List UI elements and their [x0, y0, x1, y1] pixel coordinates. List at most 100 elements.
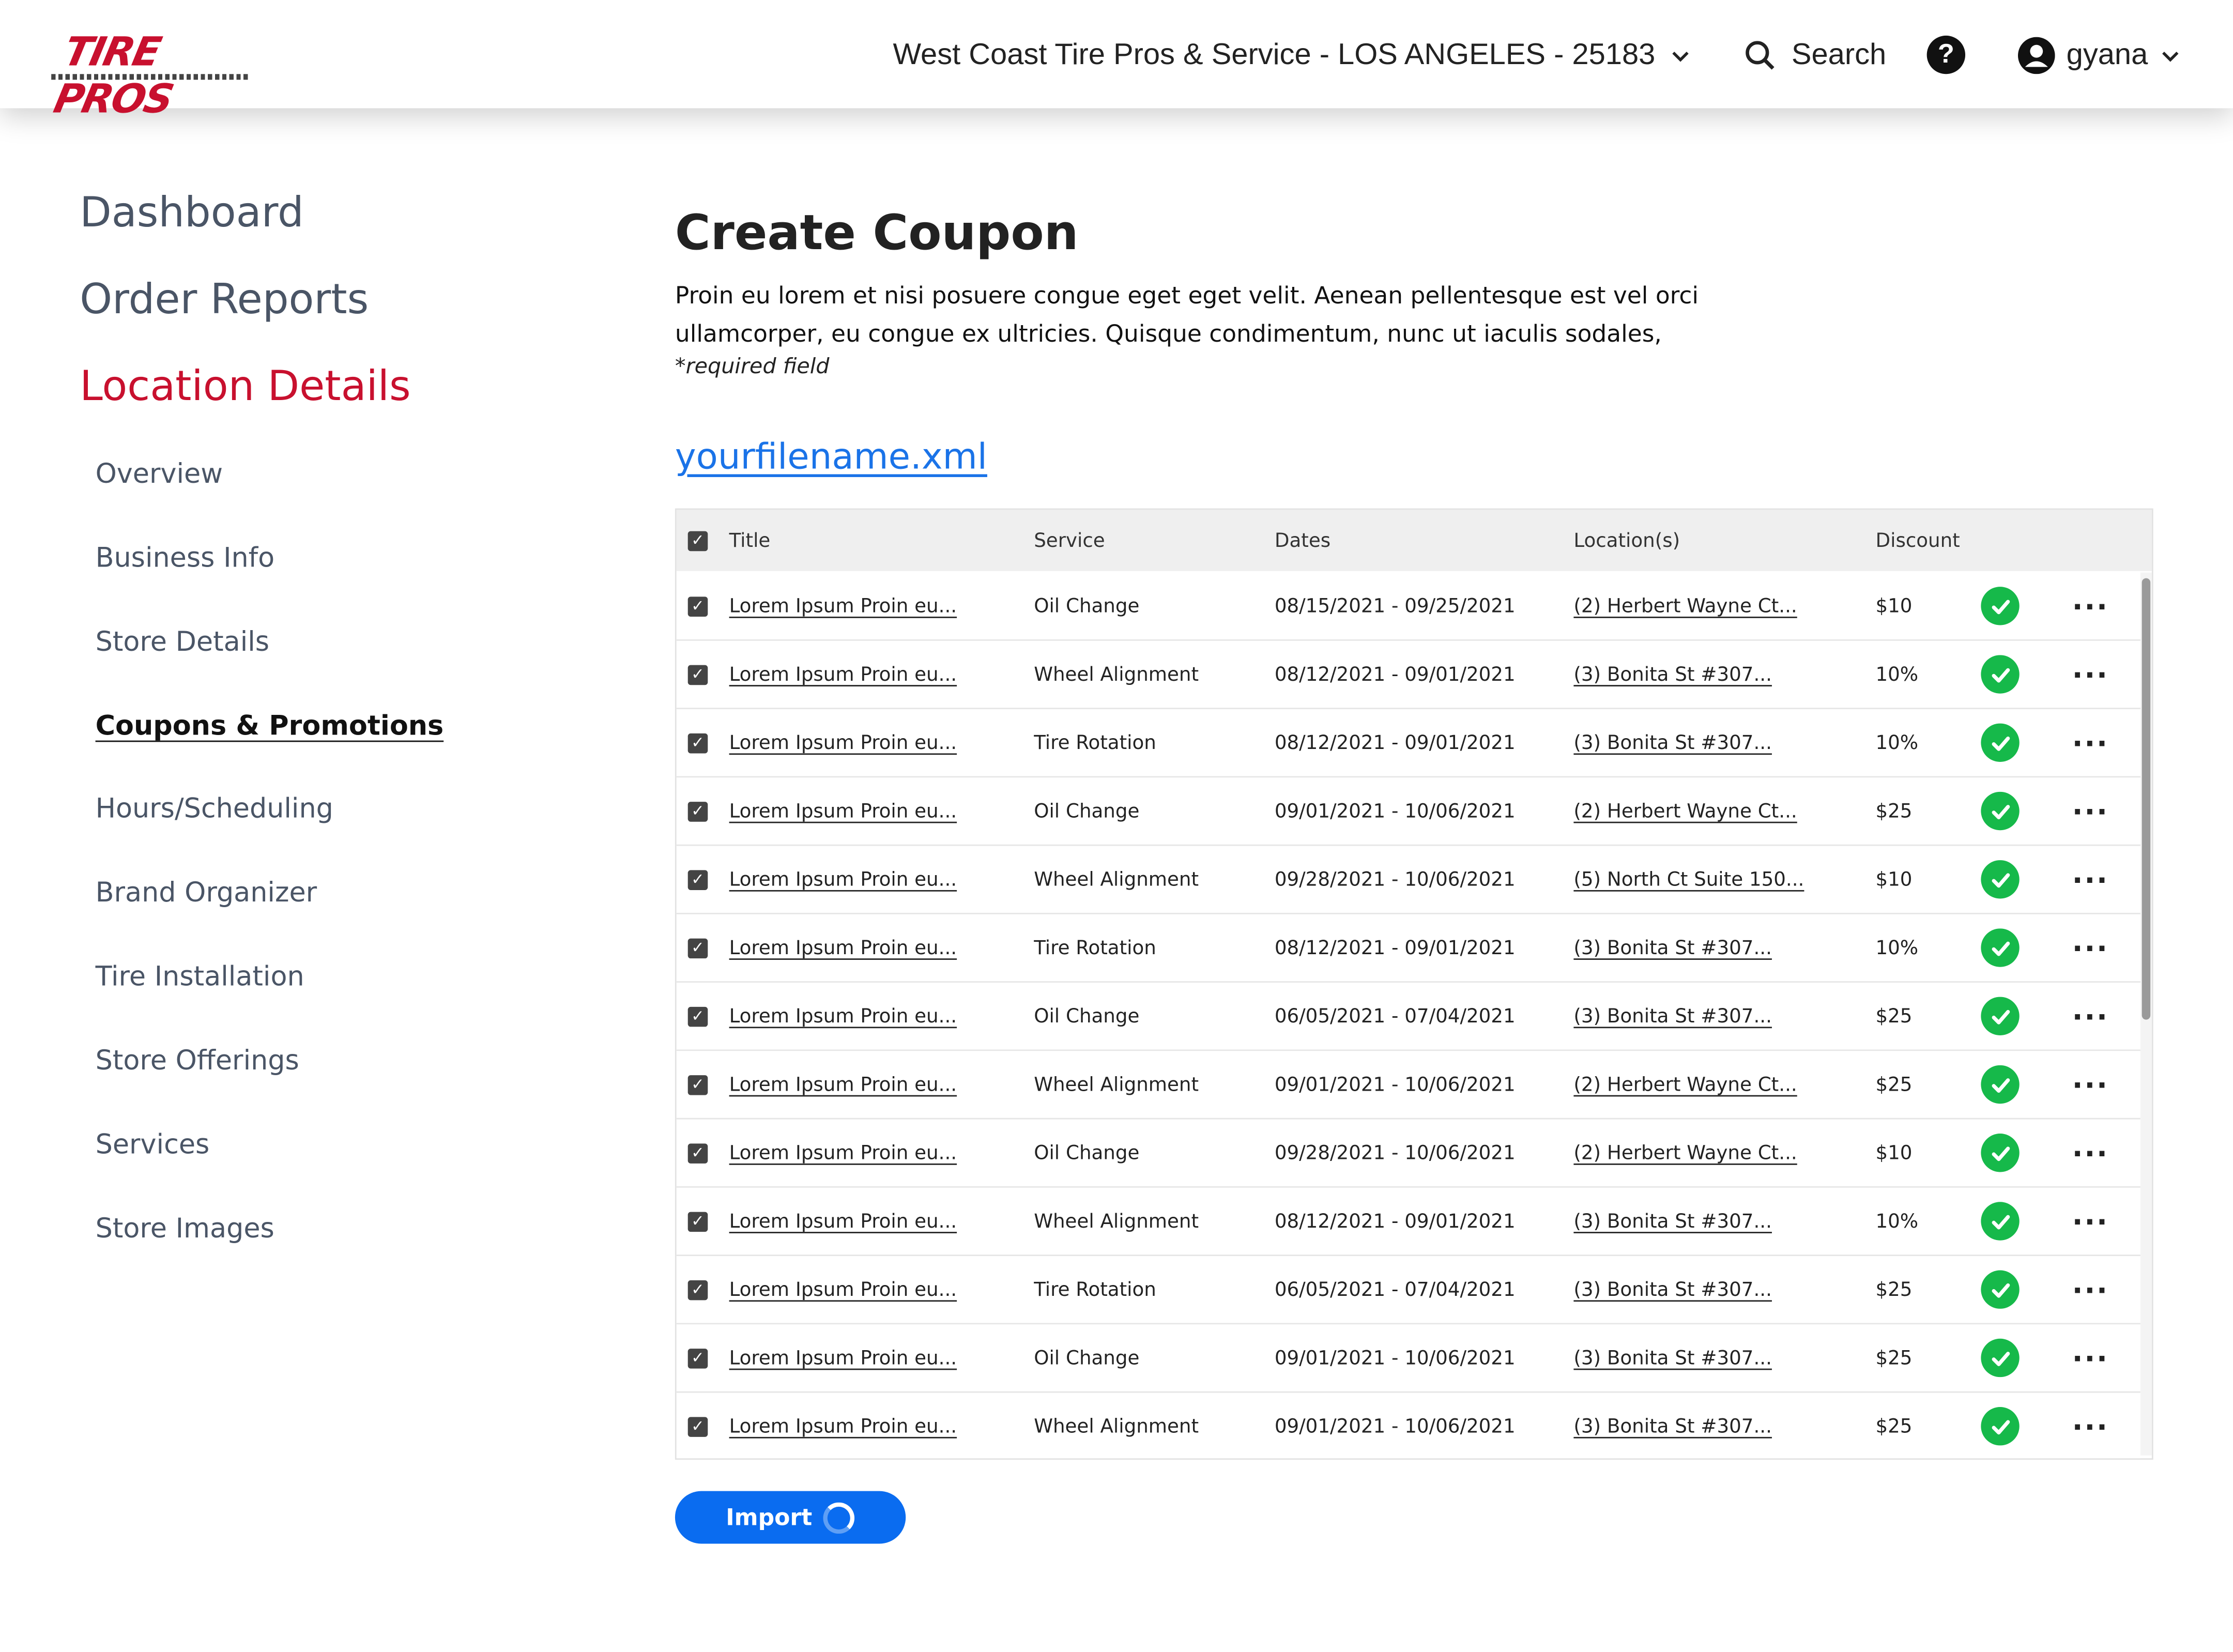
sidebar-subitem-store-offerings[interactable]: Store Offerings	[96, 1045, 299, 1077]
location-select[interactable]: West Coast Tire Pros & Service - LOS ANG…	[893, 34, 1692, 77]
coupon-title-link[interactable]: Lorem Ipsum Proin eu...	[729, 709, 957, 776]
more-horizontal-icon[interactable]: ···	[2072, 1393, 2109, 1458]
row-checkbox[interactable]: ✓	[687, 709, 708, 776]
coupon-title-link[interactable]: Lorem Ipsum Proin eu...	[729, 777, 957, 844]
more-horizontal-icon[interactable]: ···	[2072, 1188, 2109, 1255]
sidebar-subitem-services[interactable]: Services	[96, 1129, 210, 1161]
more-horizontal-icon[interactable]: ···	[2072, 1120, 2109, 1186]
coupon-title-link[interactable]: Lorem Ipsum Proin eu...	[729, 1256, 957, 1323]
table-row[interactable]: ✓ Lorem Ipsum Proin eu... Wheel Alignment 0…	[676, 846, 2140, 914]
coupon-location-link[interactable]: (2) Herbert Wayne Ct...	[1573, 1120, 1797, 1186]
sidebar-subitem-overview[interactable]: Overview	[96, 458, 223, 490]
more-horizontal-icon[interactable]: ···	[2072, 846, 2109, 913]
coupon-location-link[interactable]: (3) Bonita St #307...	[1573, 914, 1772, 981]
table-row[interactable]: ✓ Lorem Ipsum Proin eu... Oil Change 09/01/…	[676, 777, 2140, 846]
coupon-dates: 09/01/2021 - 10/06/2021	[1274, 1346, 1516, 1370]
help-icon[interactable]: ?	[1926, 35, 1966, 74]
coupon-dates: 06/05/2021 - 07/04/2021	[1274, 1278, 1516, 1301]
user-menu[interactable]: gyana	[2017, 34, 2182, 77]
table-row[interactable]: ✓ Lorem Ipsum Proin eu... Wheel Alignment 0…	[676, 1051, 2140, 1120]
table-row[interactable]: ✓ Lorem Ipsum Proin eu... Oil Change 08/15/…	[676, 572, 2140, 641]
checkbox-checked-icon: ✓	[687, 938, 708, 958]
more-horizontal-icon[interactable]: ···	[2072, 914, 2109, 981]
more-horizontal-icon[interactable]: ···	[2072, 983, 2109, 1049]
check-circle-icon	[1981, 723, 2020, 762]
coupon-location-link[interactable]: (3) Bonita St #307...	[1573, 1188, 1772, 1255]
coupon-location-link[interactable]: (3) Bonita St #307...	[1573, 983, 1772, 1049]
table-scrollbar[interactable]	[2140, 572, 2152, 1456]
check-circle-icon	[1981, 1065, 2020, 1104]
table-row[interactable]: ✓ Lorem Ipsum Proin eu... Oil Change 09/28/…	[676, 1119, 2140, 1188]
table-row[interactable]: ✓ Lorem Ipsum Proin eu... Tire Rotation 06/…	[676, 1256, 2140, 1325]
file-link[interactable]: yourfilename.xml	[675, 436, 987, 477]
coupon-location-link[interactable]: (3) Bonita St #307...	[1573, 1393, 1772, 1458]
sidebar-item-location-details[interactable]: Location Details	[80, 362, 410, 410]
row-checkbox[interactable]: ✓	[687, 983, 708, 1049]
import-button[interactable]: Import	[675, 1491, 906, 1544]
coupon-location-link[interactable]: (3) Bonita St #307...	[1573, 641, 1772, 708]
checkbox-checked-icon: ✓	[687, 664, 708, 684]
coupon-title-link[interactable]: Lorem Ipsum Proin eu...	[729, 983, 957, 1049]
row-checkbox[interactable]: ✓	[687, 573, 708, 639]
row-checkbox[interactable]: ✓	[687, 1324, 708, 1391]
sidebar-item-order-reports[interactable]: Order Reports	[80, 275, 369, 324]
column-header-dates[interactable]: Dates	[1275, 510, 1330, 571]
sidebar-item-dashboard[interactable]: Dashboard	[80, 188, 303, 237]
coupon-location-link[interactable]: (3) Bonita St #307...	[1573, 709, 1772, 776]
row-checkbox[interactable]: ✓	[687, 1051, 708, 1118]
table-row[interactable]: ✓ Lorem Ipsum Proin eu... Wheel Alignment 0…	[676, 640, 2140, 710]
row-checkbox[interactable]: ✓	[687, 777, 708, 844]
coupon-title-link[interactable]: Lorem Ipsum Proin eu...	[729, 1188, 957, 1255]
coupon-title-link[interactable]: Lorem Ipsum Proin eu...	[729, 1393, 957, 1458]
sidebar-subitem-coupons-promotions[interactable]: Coupons & Promotions	[96, 711, 444, 742]
table-row[interactable]: ✓ Lorem Ipsum Proin eu... Oil Change 09/01/…	[676, 1324, 2140, 1393]
search-button[interactable]: Search	[1743, 34, 1886, 77]
sidebar-subitem-brand-organizer[interactable]: Brand Organizer	[96, 877, 317, 909]
table-row[interactable]: ✓ Lorem Ipsum Proin eu... Oil Change 06/05/…	[676, 983, 2140, 1051]
sidebar-subitem-store-images[interactable]: Store Images	[96, 1213, 274, 1245]
more-horizontal-icon[interactable]: ···	[2072, 641, 2109, 708]
coupon-location-link[interactable]: (2) Herbert Wayne Ct...	[1573, 1051, 1797, 1118]
coupon-discount: $25	[1875, 1346, 1913, 1370]
column-header-locations[interactable]: Location(s)	[1573, 510, 1680, 571]
table-row[interactable]: ✓ Lorem Ipsum Proin eu... Tire Rotation 08/…	[676, 709, 2140, 778]
coupon-title-link[interactable]: Lorem Ipsum Proin eu...	[729, 1120, 957, 1186]
coupon-title-link[interactable]: Lorem Ipsum Proin eu...	[729, 914, 957, 981]
select-all-checkbox[interactable]: ✓	[687, 510, 708, 571]
more-horizontal-icon[interactable]: ···	[2072, 777, 2109, 844]
coupon-title-link[interactable]: Lorem Ipsum Proin eu...	[729, 641, 957, 708]
column-header-discount[interactable]: Discount	[1875, 510, 1960, 571]
coupon-title-link[interactable]: Lorem Ipsum Proin eu...	[729, 1051, 957, 1118]
table-row[interactable]: ✓ Lorem Ipsum Proin eu... Wheel Alignment 0…	[676, 1393, 2140, 1459]
coupon-location-link[interactable]: (5) North Ct Suite 150...	[1573, 846, 1804, 913]
more-horizontal-icon[interactable]: ···	[2072, 709, 2109, 776]
row-checkbox[interactable]: ✓	[687, 1188, 708, 1255]
sidebar-subitem-store-details[interactable]: Store Details	[96, 626, 270, 658]
row-checkbox[interactable]: ✓	[687, 1256, 708, 1323]
sidebar-subitem-tire-installation[interactable]: Tire Installation	[96, 961, 304, 993]
table-row[interactable]: ✓ Lorem Ipsum Proin eu... Wheel Alignment 0…	[676, 1187, 2140, 1256]
coupon-title-link[interactable]: Lorem Ipsum Proin eu...	[729, 573, 957, 639]
row-checkbox[interactable]: ✓	[687, 1120, 708, 1186]
row-checkbox[interactable]: ✓	[687, 1393, 708, 1458]
tire-pros-logo[interactable]: TIRE PROS	[50, 26, 268, 123]
more-horizontal-icon[interactable]: ···	[2072, 1051, 2109, 1118]
row-checkbox[interactable]: ✓	[687, 914, 708, 981]
coupon-title-link[interactable]: Lorem Ipsum Proin eu...	[729, 846, 957, 913]
coupon-location-link[interactable]: (3) Bonita St #307...	[1573, 1256, 1772, 1323]
more-horizontal-icon[interactable]: ···	[2072, 573, 2109, 639]
column-header-title[interactable]: Title	[729, 510, 771, 571]
more-horizontal-icon[interactable]: ···	[2072, 1324, 2109, 1391]
sidebar-subitem-hours-scheduling[interactable]: Hours/Scheduling	[96, 793, 333, 825]
coupon-location-link[interactable]: (2) Herbert Wayne Ct...	[1573, 777, 1797, 844]
row-checkbox[interactable]: ✓	[687, 641, 708, 708]
sidebar-subitem-business-info[interactable]: Business Info	[96, 543, 275, 574]
coupon-location-link[interactable]: (3) Bonita St #307...	[1573, 1324, 1772, 1391]
scrollbar-thumb[interactable]	[2142, 578, 2151, 1020]
more-horizontal-icon[interactable]: ···	[2072, 1256, 2109, 1323]
row-checkbox[interactable]: ✓	[687, 846, 708, 913]
column-header-service[interactable]: Service	[1034, 510, 1105, 571]
table-row[interactable]: ✓ Lorem Ipsum Proin eu... Tire Rotation 08/…	[676, 914, 2140, 983]
coupon-title-link[interactable]: Lorem Ipsum Proin eu...	[729, 1324, 957, 1391]
coupon-location-link[interactable]: (2) Herbert Wayne Ct...	[1573, 573, 1797, 639]
